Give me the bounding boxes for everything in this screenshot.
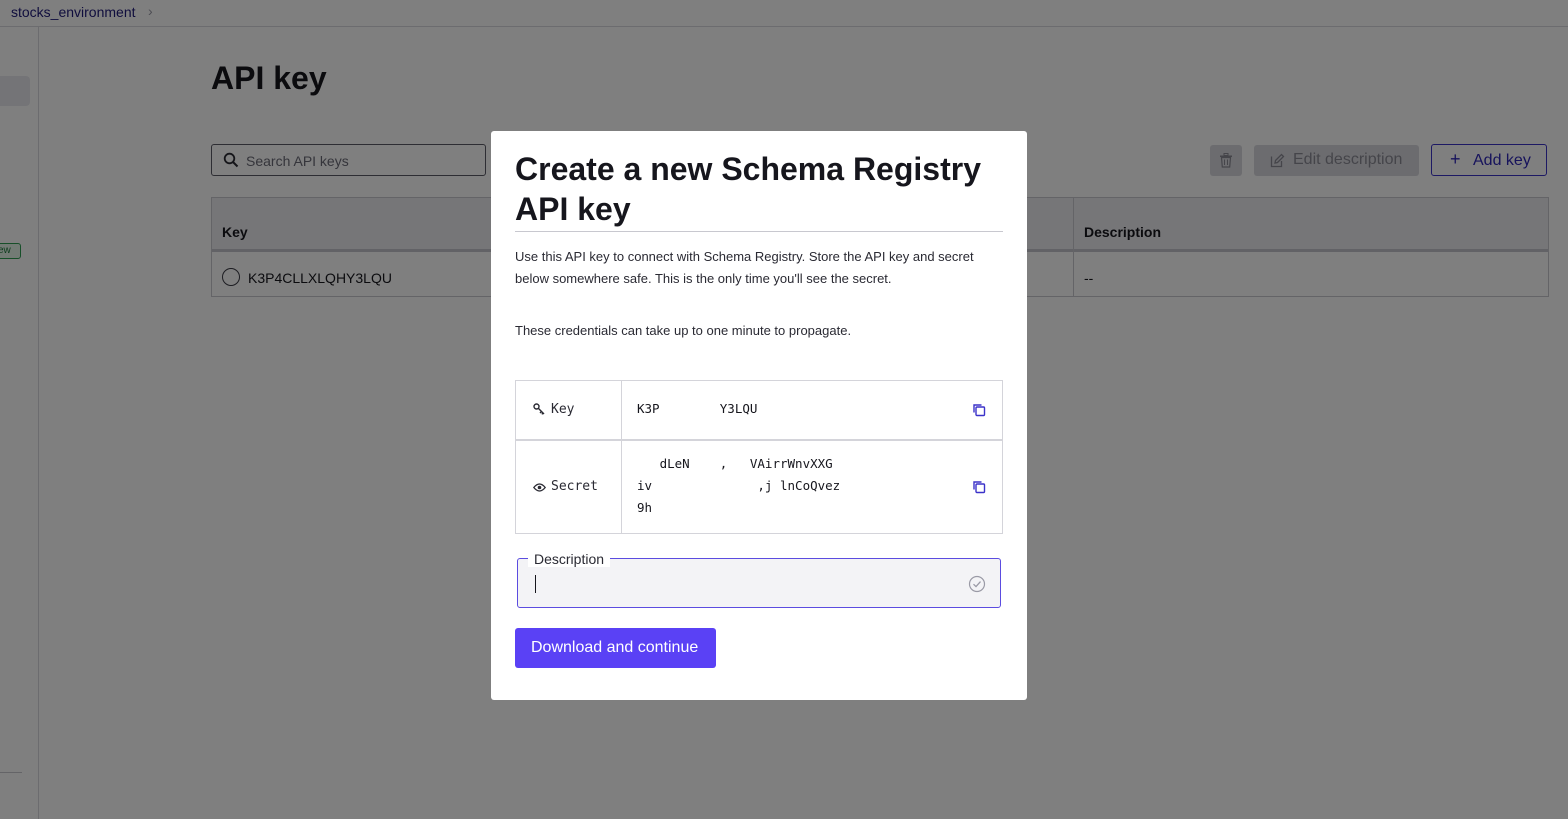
text-cursor xyxy=(535,575,536,593)
secret-value-line2: iv ,j lnCoQvez xyxy=(637,478,841,493)
create-api-key-dialog: Create a new Schema Registry API key Use… xyxy=(491,131,1027,700)
secret-label: Secret xyxy=(551,479,598,494)
propagation-note: These credentials can take up to one min… xyxy=(515,323,852,338)
download-and-continue-label: Download and continue xyxy=(531,639,699,656)
secret-value-line1: dLeN , VAirrWnvXXG xyxy=(637,456,833,471)
credentials-column-divider xyxy=(621,381,622,533)
download-and-continue-button[interactable]: Download and continue xyxy=(515,628,716,668)
dialog-instructions: Use this API key to connect with Schema … xyxy=(515,249,974,286)
secret-value-line3: 9h xyxy=(637,500,653,515)
copy-secret-icon[interactable] xyxy=(972,480,986,494)
check-circle-icon xyxy=(968,575,986,593)
key-icon xyxy=(533,403,545,415)
key-value: K3P Y3LQU xyxy=(637,401,758,416)
copy-key-icon[interactable] xyxy=(972,403,986,417)
dialog-title: Create a new Schema Registry API key xyxy=(515,151,981,227)
eye-icon xyxy=(533,483,546,492)
credentials-table: Key K3P Y3LQU Secret dLeN , VAirrWnvXXG … xyxy=(515,380,1003,534)
description-field-label: Description xyxy=(528,551,611,567)
title-divider xyxy=(515,231,1003,232)
credentials-row-divider xyxy=(516,439,1002,441)
key-label: Key xyxy=(551,402,575,417)
